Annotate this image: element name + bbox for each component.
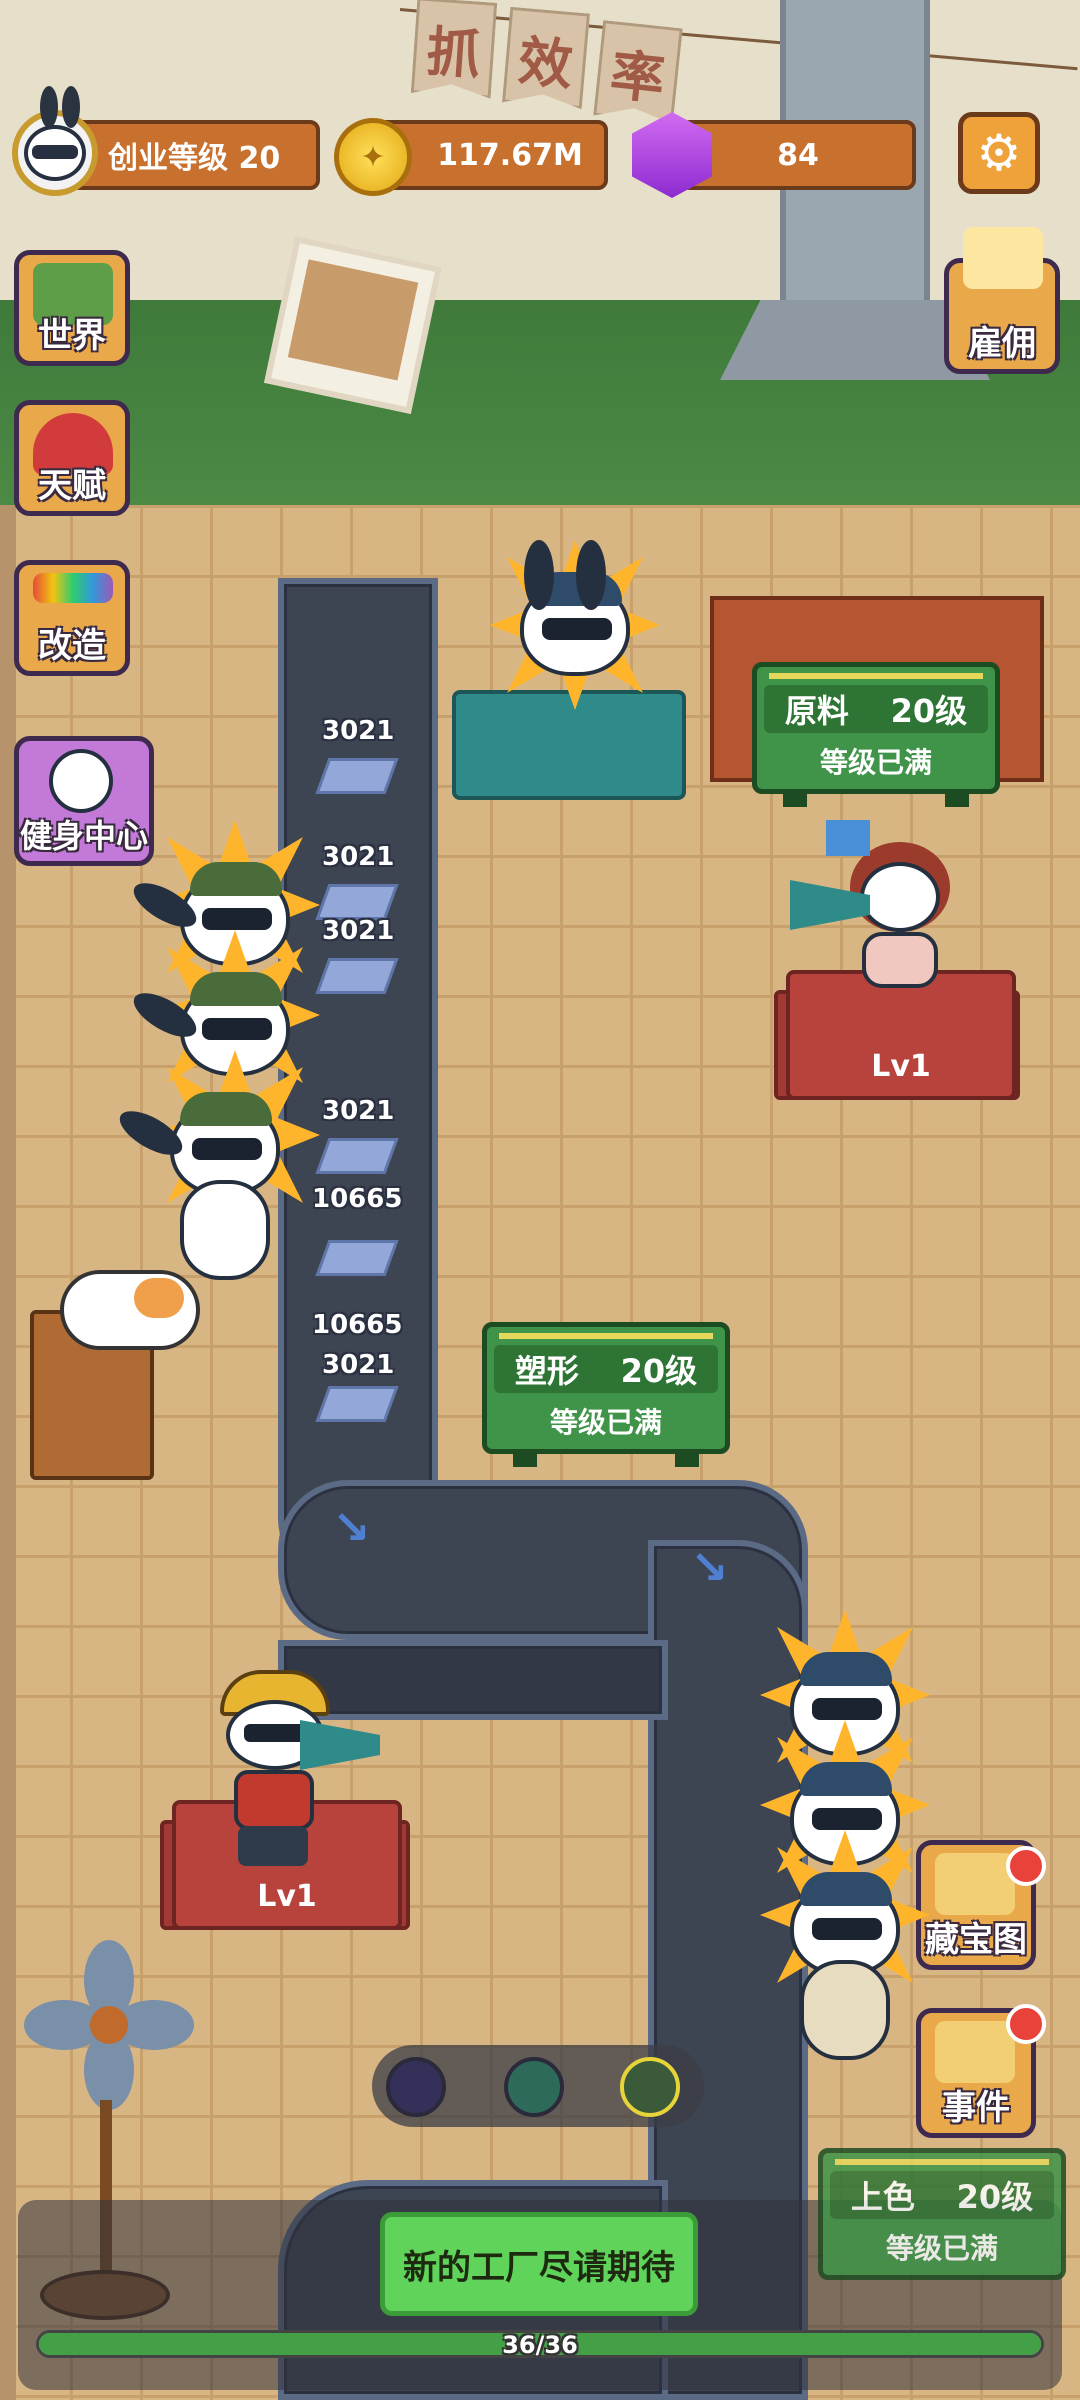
part-count: 3021 [322,1096,395,1126]
station-level: 20级 [890,692,968,730]
scroll-icon [935,1853,1015,1915]
supervisor-bunny[interactable] [220,1670,330,1870]
turtle-tool-icon[interactable] [620,2057,680,2117]
factory-progress-bar: 36/36 [36,2330,1044,2359]
settings-button[interactable]: ⚙ [958,112,1040,194]
part-count: 3021 [322,842,395,872]
renovate-button[interactable]: 改造 [14,560,130,676]
hire-bunnies-icon [963,227,1043,289]
station-status: 等级已满 [549,1406,662,1439]
coin-icon: ✦ [334,118,412,196]
belt-part [315,958,399,994]
worker-body [800,1960,890,2060]
electric-fan [24,1940,194,2110]
gem-bar[interactable]: 84 [680,120,916,190]
dumbbell-icon [49,749,113,813]
belt-part [315,1138,399,1174]
new-factory-button[interactable]: 新的工厂尽请期待 [380,2212,698,2316]
events-label: 事件 [942,2088,1010,2128]
notification-dot [1006,2004,1046,2044]
ring-tool-icon[interactable] [504,2057,564,2117]
talent-label: 天赋 [38,466,106,506]
belt-arrow-icon: ↘ [690,1540,729,1594]
paint-roller-icon [33,573,113,603]
hire-label: 雇佣 [968,324,1036,364]
banner-flag: 效 [502,7,590,110]
part-count: 3021 [322,916,395,946]
part-count: 3021 [322,716,395,746]
hire-button[interactable]: 雇佣 [944,227,1060,374]
notification-dot [1006,1846,1046,1886]
station-sign-shaping[interactable]: 塑形 20级 等级已满 [482,1322,730,1467]
book-icon [935,2021,1015,2083]
station-status: 等级已满 [885,2232,998,2265]
world-label: 世界 [38,316,106,356]
conveyor-belt [278,1640,668,1720]
flag-icon [826,820,870,856]
coin-amount: 117.67M [437,137,583,173]
banner-flag: 率 [593,20,683,124]
part-count: 3021 [322,1350,395,1380]
gem-amount: 84 [777,137,819,173]
part-count: 10665 [312,1184,403,1214]
gear-icon: ⚙ [976,124,1022,182]
part-count: 10665 [312,1310,403,1340]
desk-level: Lv1 [871,1049,931,1084]
station-name: 上色 [850,2178,915,2216]
station-sign-coloring[interactable]: 上色 20级 等级已满 [818,2148,1066,2280]
level-bar[interactable]: 创业等级 20 [70,120,320,190]
desk-level: Lv1 [257,1879,317,1914]
cat [60,1270,200,1350]
world-button[interactable]: 世界 [14,250,130,366]
new-factory-label: 新的工厂尽请期待 [403,2247,675,2288]
sorting-desk[interactable] [452,690,686,800]
talent-button[interactable]: 天赋 [14,400,130,516]
player-avatar[interactable] [12,86,98,196]
gym-button[interactable]: 健身中心 [14,736,154,866]
station-sign-raw[interactable]: 原料 20级 等级已满 [752,662,1000,807]
level-label: 创业等级 20 [108,141,281,176]
station-name: 原料 [784,692,849,730]
station-name: 塑形 [514,1352,579,1390]
manager-desk[interactable]: Lv1 [786,970,1016,1100]
treasure-map-label: 藏宝图 [925,1920,1027,1960]
belt-part [315,1240,399,1276]
belt-part [315,884,399,920]
station-level: 20级 [620,1352,698,1390]
gym-label: 健身中心 [19,817,148,855]
belt-part [315,758,399,794]
renovate-label: 改造 [38,626,106,666]
progress-text: 36/36 [502,2331,578,2359]
banner-flag: 抓 [411,0,498,99]
station-level: 20级 [956,2178,1034,2216]
photo-frame [264,236,442,414]
belt-part [315,1386,399,1422]
belt-arrow-icon: ↘ [332,1500,371,1554]
gun-tool-icon[interactable] [386,2057,446,2117]
worker-body [180,1180,270,1280]
rabbit-avatar-icon [24,125,86,181]
station-status: 等级已满 [819,746,932,779]
